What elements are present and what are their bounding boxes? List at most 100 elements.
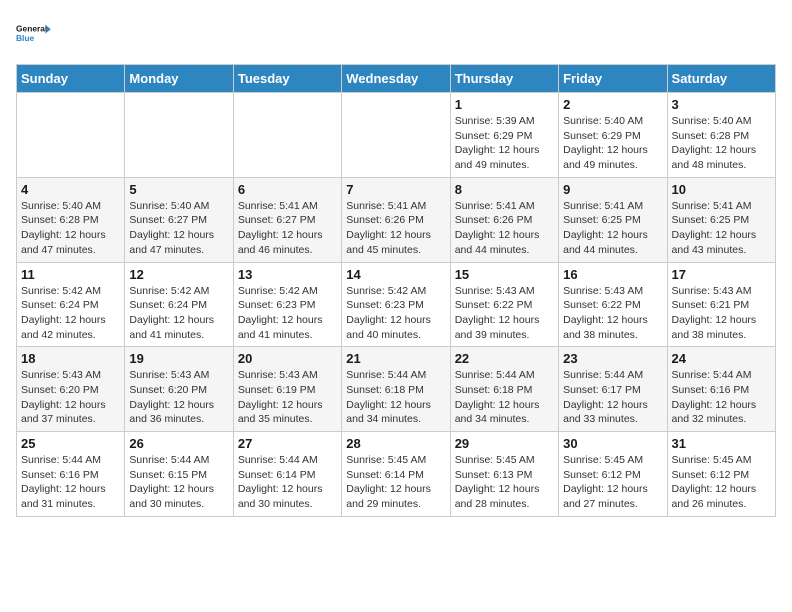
day-number: 29 [455,436,554,451]
day-info: Sunrise: 5:41 AM Sunset: 6:25 PM Dayligh… [672,199,771,258]
day-info: Sunrise: 5:41 AM Sunset: 6:26 PM Dayligh… [455,199,554,258]
calendar-cell: 5 Sunrise: 5:40 AM Sunset: 6:27 PM Daylig… [125,177,233,262]
day-number: 15 [455,267,554,282]
day-info: Sunrise: 5:45 AM Sunset: 6:12 PM Dayligh… [563,453,662,512]
calendar-cell: 17 Sunrise: 5:43 AM Sunset: 6:21 PM Dayli… [667,262,775,347]
day-info: Sunrise: 5:40 AM Sunset: 6:29 PM Dayligh… [563,114,662,173]
day-info: Sunrise: 5:41 AM Sunset: 6:26 PM Dayligh… [346,199,445,258]
weekday-header-monday: Monday [125,65,233,93]
calendar-cell: 8 Sunrise: 5:41 AM Sunset: 6:26 PM Daylig… [450,177,558,262]
calendar-cell: 9Sunrise: 5:41 AM Sunset: 6:25 PM Daylig… [559,177,667,262]
calendar-cell [342,93,450,178]
calendar-cell: 21 Sunrise: 5:44 AM Sunset: 6:18 PM Dayli… [342,347,450,432]
calendar-body: 1 Sunrise: 5:39 AM Sunset: 6:29 PM Daylig… [17,93,776,517]
calendar-cell: 22 Sunrise: 5:44 AM Sunset: 6:18 PM Dayli… [450,347,558,432]
day-info: Sunrise: 5:44 AM Sunset: 6:16 PM Dayligh… [672,368,771,427]
calendar-week-3: 11 Sunrise: 5:42 AM Sunset: 6:24 PM Dayli… [17,262,776,347]
day-number: 10 [672,182,771,197]
day-number: 13 [238,267,337,282]
calendar-cell: 16Sunrise: 5:43 AM Sunset: 6:22 PM Dayli… [559,262,667,347]
day-info: Sunrise: 5:42 AM Sunset: 6:23 PM Dayligh… [346,284,445,343]
day-info: Sunrise: 5:42 AM Sunset: 6:23 PM Dayligh… [238,284,337,343]
weekday-header-wednesday: Wednesday [342,65,450,93]
day-number: 22 [455,351,554,366]
calendar-cell: 28Sunrise: 5:45 AM Sunset: 6:14 PM Dayli… [342,432,450,517]
calendar-cell: 3 Sunrise: 5:40 AM Sunset: 6:28 PM Daylig… [667,93,775,178]
day-number: 12 [129,267,228,282]
day-number: 11 [21,267,120,282]
day-number: 19 [129,351,228,366]
day-info: Sunrise: 5:43 AM Sunset: 6:19 PM Dayligh… [238,368,337,427]
day-info: Sunrise: 5:43 AM Sunset: 6:20 PM Dayligh… [21,368,120,427]
day-number: 14 [346,267,445,282]
day-info: Sunrise: 5:40 AM Sunset: 6:28 PM Dayligh… [672,114,771,173]
calendar-cell [17,93,125,178]
day-number: 2 [563,97,662,112]
calendar-cell: 23 Sunrise: 5:44 AM Sunset: 6:17 PM Dayli… [559,347,667,432]
day-number: 31 [672,436,771,451]
day-info: Sunrise: 5:44 AM Sunset: 6:18 PM Dayligh… [455,368,554,427]
day-info: Sunrise: 5:40 AM Sunset: 6:28 PM Dayligh… [21,199,120,258]
day-info: Sunrise: 5:44 AM Sunset: 6:18 PM Dayligh… [346,368,445,427]
calendar-cell: 20 Sunrise: 5:43 AM Sunset: 6:19 PM Dayli… [233,347,341,432]
weekday-header-thursday: Thursday [450,65,558,93]
calendar-table: SundayMondayTuesdayWednesdayThursdayFrid… [16,64,776,517]
calendar-week-5: 25 Sunrise: 5:44 AM Sunset: 6:16 PM Dayli… [17,432,776,517]
day-info: Sunrise: 5:44 AM Sunset: 6:17 PM Dayligh… [563,368,662,427]
day-number: 23 [563,351,662,366]
calendar-cell: 12 Sunrise: 5:42 AM Sunset: 6:24 PM Dayli… [125,262,233,347]
logo: GeneralBlue [16,16,52,52]
day-info: Sunrise: 5:45 AM Sunset: 6:14 PM Dayligh… [346,453,445,512]
day-info: Sunrise: 5:39 AM Sunset: 6:29 PM Dayligh… [455,114,554,173]
day-info: Sunrise: 5:43 AM Sunset: 6:22 PM Dayligh… [455,284,554,343]
svg-text:Blue: Blue [16,33,35,43]
calendar-cell: 15 Sunrise: 5:43 AM Sunset: 6:22 PM Dayli… [450,262,558,347]
day-number: 21 [346,351,445,366]
calendar-header: SundayMondayTuesdayWednesdayThursdayFrid… [17,65,776,93]
calendar-week-2: 4 Sunrise: 5:40 AM Sunset: 6:28 PM Daylig… [17,177,776,262]
calendar-cell: 6 Sunrise: 5:41 AM Sunset: 6:27 PM Daylig… [233,177,341,262]
day-number: 20 [238,351,337,366]
calendar-cell [125,93,233,178]
weekday-header-row: SundayMondayTuesdayWednesdayThursdayFrid… [17,65,776,93]
day-info: Sunrise: 5:43 AM Sunset: 6:20 PM Dayligh… [129,368,228,427]
weekday-header-sunday: Sunday [17,65,125,93]
day-number: 27 [238,436,337,451]
day-info: Sunrise: 5:42 AM Sunset: 6:24 PM Dayligh… [129,284,228,343]
day-info: Sunrise: 5:41 AM Sunset: 6:27 PM Dayligh… [238,199,337,258]
calendar-cell: 27Sunrise: 5:44 AM Sunset: 6:14 PM Dayli… [233,432,341,517]
svg-text:General: General [16,24,47,34]
calendar-cell: 1 Sunrise: 5:39 AM Sunset: 6:29 PM Daylig… [450,93,558,178]
day-number: 30 [563,436,662,451]
calendar-cell [233,93,341,178]
calendar-cell: 24 Sunrise: 5:44 AM Sunset: 6:16 PM Dayli… [667,347,775,432]
calendar-cell: 7Sunrise: 5:41 AM Sunset: 6:26 PM Daylig… [342,177,450,262]
day-number: 16 [563,267,662,282]
calendar-cell: 14 Sunrise: 5:42 AM Sunset: 6:23 PM Dayli… [342,262,450,347]
logo-icon: GeneralBlue [16,16,52,52]
calendar-cell: 30 Sunrise: 5:45 AM Sunset: 6:12 PM Dayli… [559,432,667,517]
calendar-cell: 19 Sunrise: 5:43 AM Sunset: 6:20 PM Dayli… [125,347,233,432]
day-info: Sunrise: 5:44 AM Sunset: 6:16 PM Dayligh… [21,453,120,512]
day-number: 3 [672,97,771,112]
calendar-cell: 2 Sunrise: 5:40 AM Sunset: 6:29 PM Daylig… [559,93,667,178]
day-info: Sunrise: 5:40 AM Sunset: 6:27 PM Dayligh… [129,199,228,258]
day-info: Sunrise: 5:43 AM Sunset: 6:21 PM Dayligh… [672,284,771,343]
day-number: 25 [21,436,120,451]
weekday-header-friday: Friday [559,65,667,93]
calendar-cell: 29Sunrise: 5:45 AM Sunset: 6:13 PM Dayli… [450,432,558,517]
day-info: Sunrise: 5:45 AM Sunset: 6:12 PM Dayligh… [672,453,771,512]
day-info: Sunrise: 5:42 AM Sunset: 6:24 PM Dayligh… [21,284,120,343]
day-number: 5 [129,182,228,197]
day-number: 4 [21,182,120,197]
calendar-cell: 31 Sunrise: 5:45 AM Sunset: 6:12 PM Dayli… [667,432,775,517]
day-number: 17 [672,267,771,282]
calendar-cell: 13 Sunrise: 5:42 AM Sunset: 6:23 PM Dayli… [233,262,341,347]
day-number: 8 [455,182,554,197]
weekday-header-saturday: Saturday [667,65,775,93]
day-number: 6 [238,182,337,197]
day-number: 26 [129,436,228,451]
day-number: 1 [455,97,554,112]
calendar-cell: 11 Sunrise: 5:42 AM Sunset: 6:24 PM Dayli… [17,262,125,347]
day-number: 24 [672,351,771,366]
